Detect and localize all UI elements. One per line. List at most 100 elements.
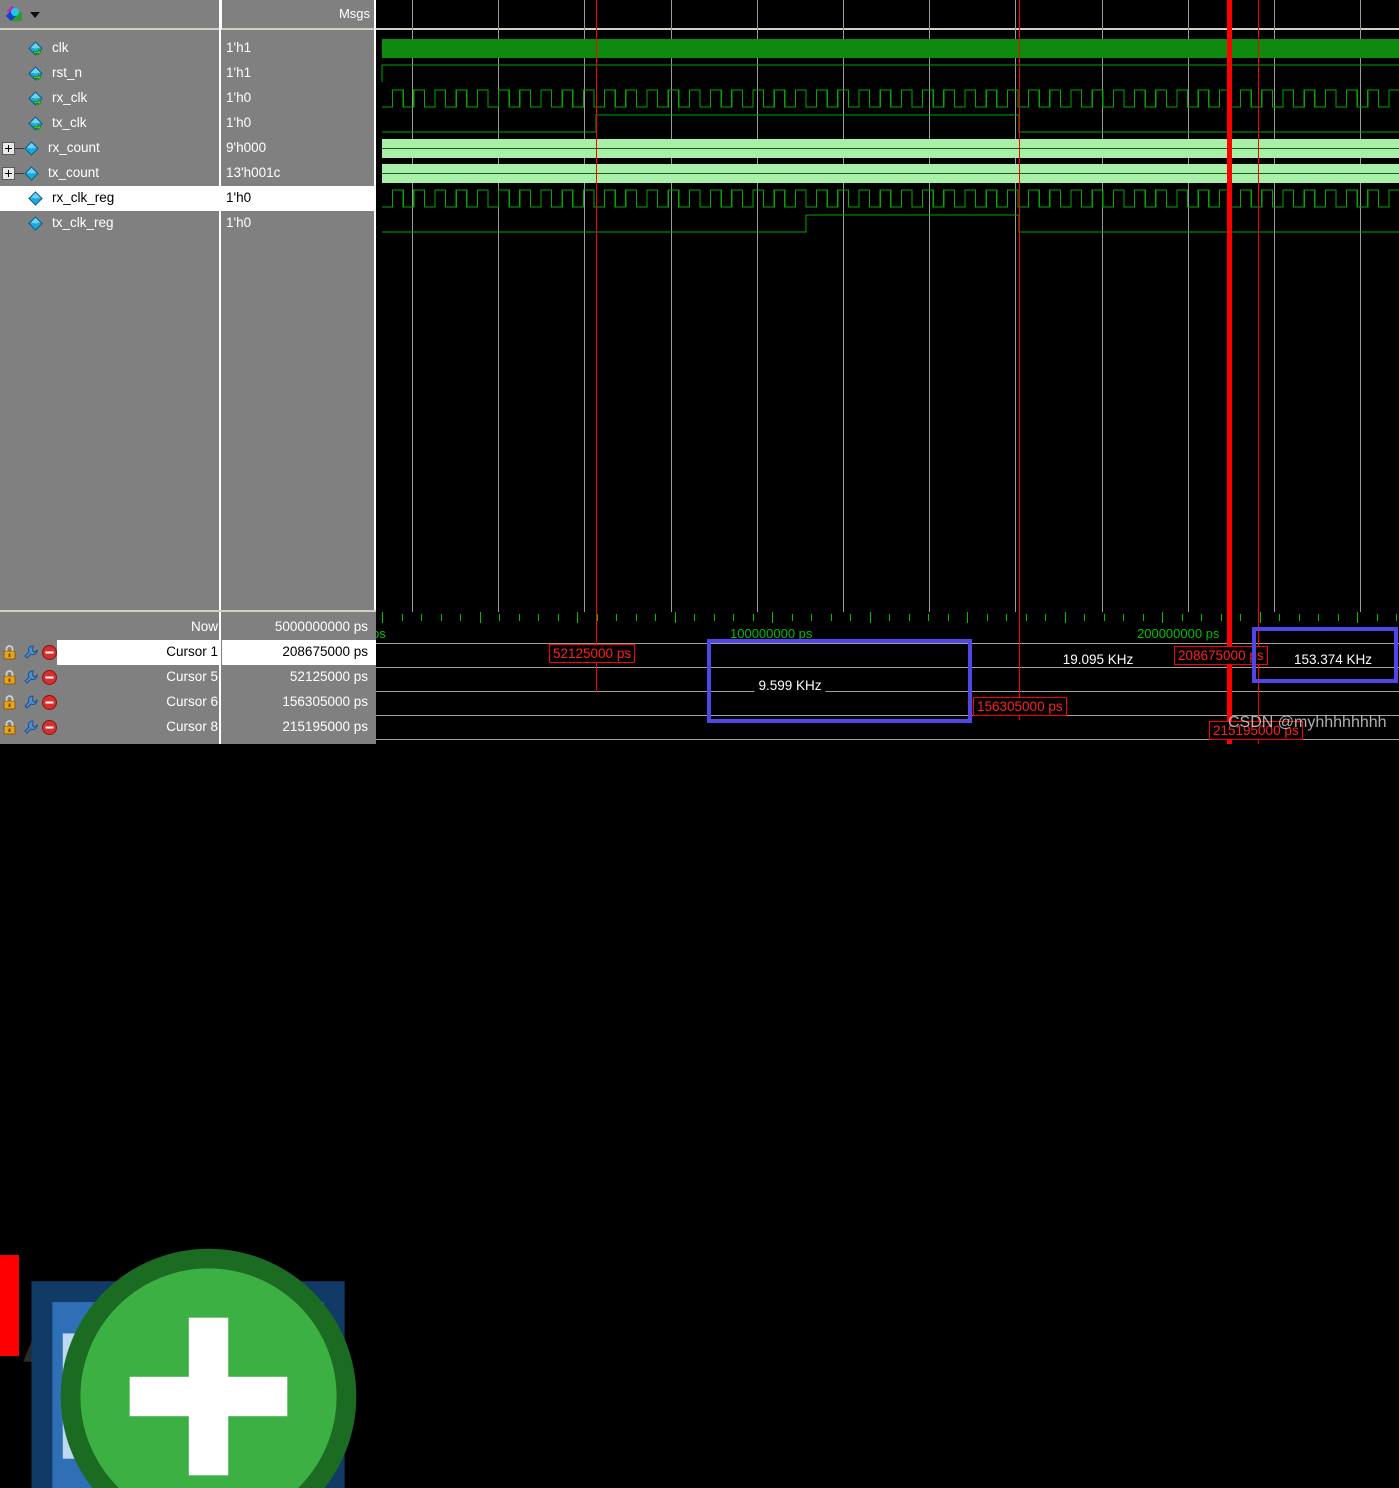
cursor-label: Cursor 5: [166, 669, 218, 684]
lock-icon[interactable]: [1, 694, 18, 711]
cursor-line[interactable]: [1258, 0, 1259, 612]
timeline-tick: [1104, 614, 1105, 621]
timeline-tick: [538, 614, 539, 621]
timeline-tick: [1201, 614, 1202, 621]
timeline-tick: [831, 614, 832, 621]
waveform-canvas[interactable]: [376, 0, 1399, 612]
chevron-down-icon[interactable]: [30, 12, 40, 18]
cursor-row[interactable]: Cursor 5 52125000 ps: [0, 665, 376, 690]
cursor-label: Cursor 6: [166, 694, 218, 709]
signal-name-label: tx_count: [48, 165, 99, 180]
signal-value-row[interactable]: 1'h0: [221, 86, 376, 111]
timeline-tick: [1182, 614, 1183, 621]
delete-cursor-icon[interactable]: [41, 719, 58, 736]
timeline-tick: [1260, 612, 1261, 623]
cursor-label: Cursor 8: [166, 719, 218, 734]
cursor-row[interactable]: Cursor 6156305000 ps: [0, 690, 376, 715]
register-icon: [28, 191, 43, 206]
signal-row[interactable]: rx_clk: [0, 86, 221, 111]
signal-row[interactable]: tx_count: [0, 161, 221, 186]
input-signal-icon: [28, 66, 43, 81]
timeline-tick: [714, 614, 715, 621]
lock-icon[interactable]: [1, 719, 18, 736]
cursor-label: Now: [191, 619, 218, 634]
signal-value-row[interactable]: 1'h1: [221, 61, 376, 86]
signal-row[interactable]: rx_count: [0, 136, 221, 161]
signal-value-row[interactable]: 1'h0: [221, 211, 376, 236]
timeline-tick: [792, 614, 793, 621]
delete-cursor-icon[interactable]: [41, 644, 58, 661]
expand-toggle-icon[interactable]: [2, 142, 15, 155]
timeline-tick: [480, 612, 481, 623]
bus-signal-icon: [24, 166, 39, 181]
timeline-tick: [577, 612, 578, 623]
timeline-ruler-pane[interactable]: ps100000000 ps200000000 ps 52125000 ps15…: [376, 612, 1399, 744]
timeline-tick: [1123, 614, 1124, 621]
output-signal-icon: [28, 91, 43, 106]
signal-row[interactable]: rst_n: [0, 61, 221, 86]
cursor-row[interactable]: Cursor 1208675000 ps: [0, 640, 376, 665]
cursor-line[interactable]: [1019, 0, 1020, 612]
output-signal-icon: [28, 116, 43, 131]
cursor-row[interactable]: Cursor 8215195000 ps: [0, 715, 376, 740]
timeline-tick: [1045, 614, 1046, 621]
timeline-tick: [421, 614, 422, 621]
signal-row[interactable]: tx_clk: [0, 111, 221, 136]
timeline-tick: [1318, 614, 1319, 621]
signal-value-row[interactable]: 1'h0: [221, 186, 376, 211]
input-signal-icon: [28, 41, 43, 56]
cursor-label: Cursor 1: [166, 644, 218, 659]
delete-cursor-icon[interactable]: [41, 669, 58, 686]
lock-icon[interactable]: [1, 669, 18, 686]
delta-frequency-label: 19.095 KHz: [1059, 652, 1138, 667]
signal-row[interactable]: rx_clk_reg: [0, 186, 221, 211]
signal-name-label: rst_n: [52, 65, 82, 80]
register-icon: [28, 216, 43, 231]
timeline-tick: [1162, 612, 1163, 623]
timeline-edge-label: ps: [376, 626, 386, 641]
timeline-tick: [1299, 614, 1300, 621]
timeline-tick: [1084, 614, 1085, 621]
watermark-text: CSDN @myhhhhhhhh: [1228, 714, 1387, 732]
wrench-icon[interactable]: [22, 719, 39, 736]
cursor-line[interactable]: [596, 0, 597, 612]
delta-frequency-label: 9.599 KHz: [754, 678, 825, 693]
signal-row[interactable]: clk: [0, 36, 221, 61]
timeline-tick: [1357, 612, 1358, 623]
signal-value-row[interactable]: 1'h0: [221, 111, 376, 136]
timeline-tick: [733, 614, 734, 621]
cursor-time-tag[interactable]: 208675000 ps: [1174, 646, 1268, 665]
wrench-icon[interactable]: [22, 669, 39, 686]
timeline-tick: [382, 612, 383, 623]
add-cursor-icon[interactable]: [41, 1229, 376, 1488]
delete-cursor-icon[interactable]: [41, 694, 58, 711]
cursor-time-tag[interactable]: 156305000 ps: [973, 697, 1067, 716]
timeline-tick: [948, 614, 949, 621]
delta-frequency-label: 153.374 KHz: [1290, 652, 1376, 667]
signal-value-row[interactable]: 9'h000: [221, 136, 376, 161]
signal-value-row[interactable]: 1'h1: [221, 36, 376, 61]
cursor-row[interactable]: Now5000000000 ps: [0, 615, 376, 640]
lock-icon[interactable]: [1, 644, 18, 661]
wrench-icon[interactable]: [22, 644, 39, 661]
signal-name-label: rx_clk: [52, 90, 87, 105]
expand-toggle-icon[interactable]: [2, 167, 15, 180]
wrench-icon[interactable]: [22, 694, 39, 711]
timeline-tick: [811, 614, 812, 621]
signal-value-label: 9'h000: [226, 140, 266, 155]
signal-name-label: rx_clk_reg: [52, 190, 114, 205]
cursor-line[interactable]: [1227, 0, 1232, 612]
timeline-tick: [870, 612, 871, 623]
pane-divider-1[interactable]: [219, 0, 221, 612]
signal-value-label: 1'h0: [226, 115, 251, 130]
timeline-tick: [1006, 614, 1007, 621]
cursor-time-value: 52125000 ps: [290, 669, 368, 684]
waveform-viewer-window: Msgs clkrst_nrx_clktx_clkrx_counttx_coun…: [0, 0, 1399, 744]
timeline-label: 200000000 ps: [1137, 626, 1219, 641]
timeline-tick: [1377, 614, 1378, 621]
signal-row[interactable]: tx_clk_reg: [0, 211, 221, 236]
signal-value-row[interactable]: 13'h001c: [221, 161, 376, 186]
cursor-time-tag[interactable]: 52125000 ps: [549, 644, 635, 663]
timeline-tick: [772, 612, 773, 623]
timeline-tick: [1396, 614, 1397, 621]
